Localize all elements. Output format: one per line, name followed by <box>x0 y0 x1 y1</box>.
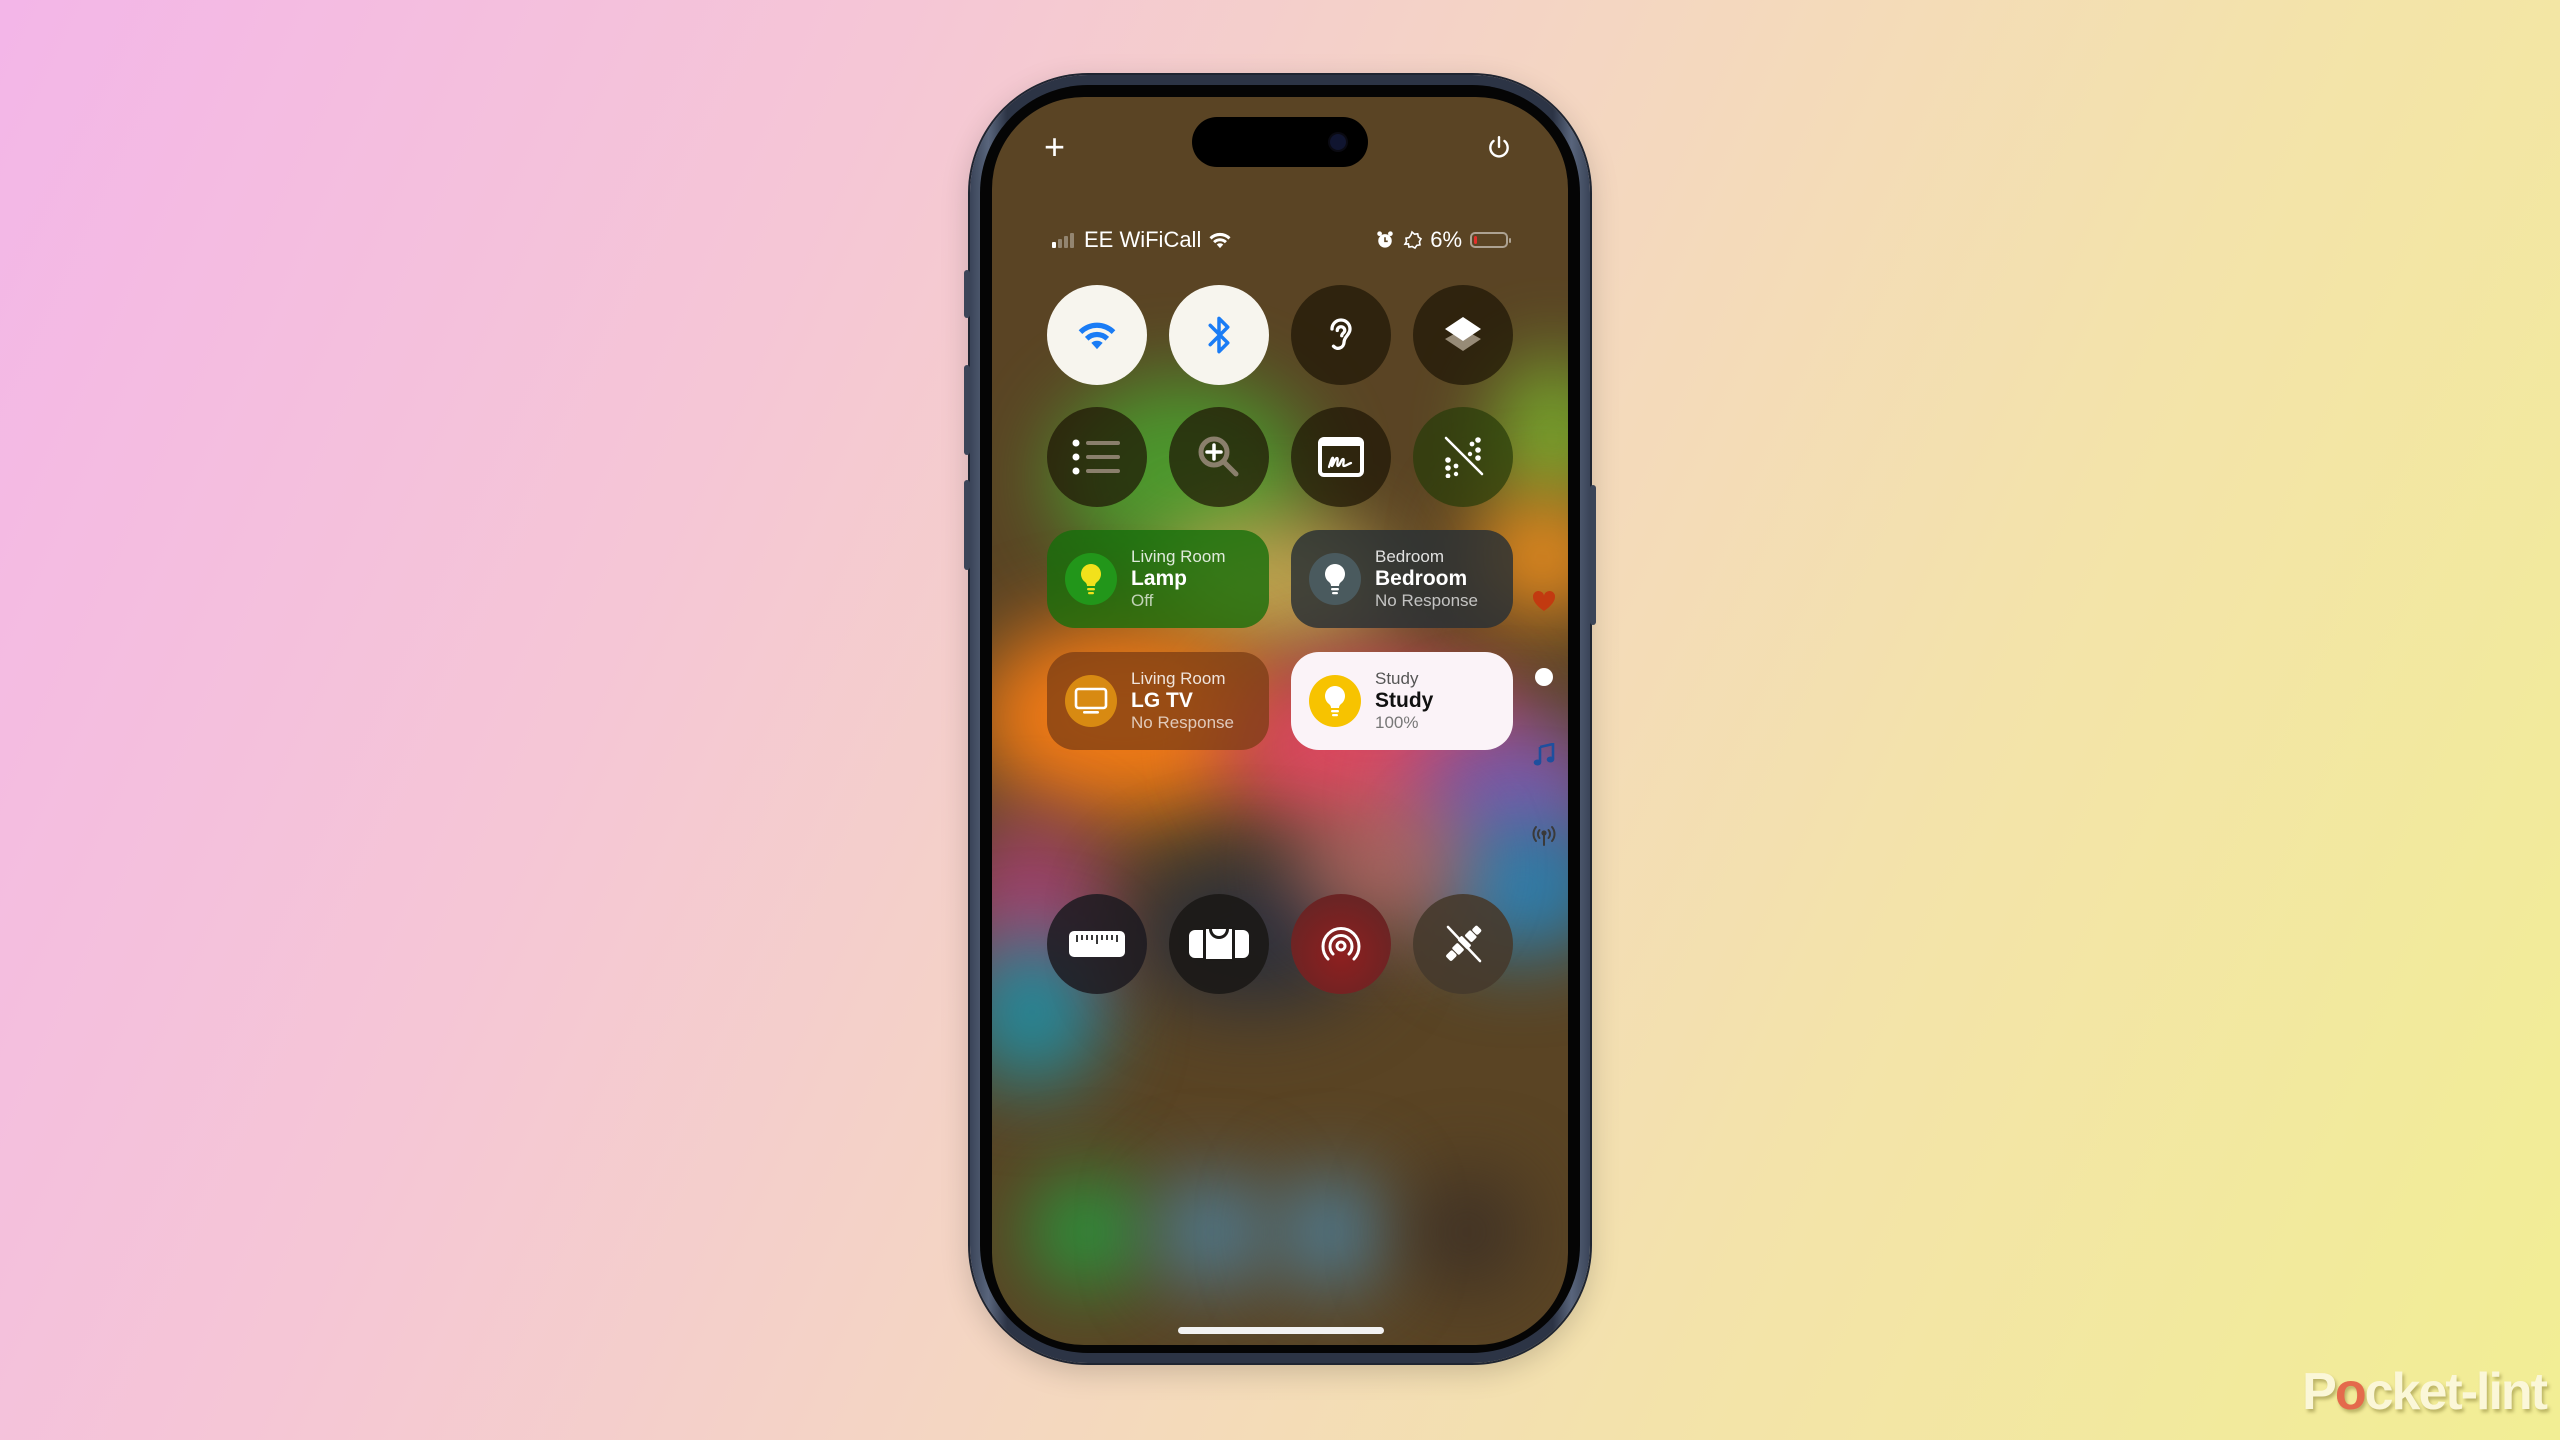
home-tile-lg-tv[interactable]: Living Room LG TV No Response <box>1047 652 1269 750</box>
add-control-button[interactable]: + <box>1044 129 1065 165</box>
tile-room: Living Room <box>1131 669 1226 689</box>
layers-button[interactable] <box>1413 285 1513 385</box>
tile-icon-bg <box>1065 675 1117 727</box>
tile-state: No Response <box>1131 713 1235 733</box>
watermark-text: P <box>2302 1363 2337 1421</box>
lightbulb-icon <box>1325 686 1345 717</box>
volume-up-button <box>964 365 970 455</box>
level-icon <box>1189 927 1249 961</box>
wallpaper-blob <box>1412 1177 1522 1287</box>
tile-name: Study <box>1375 688 1434 712</box>
heart-icon <box>1532 590 1556 611</box>
power-icon <box>1489 135 1509 158</box>
tile-room: Living Room <box>1131 547 1226 567</box>
page-indicator-current[interactable] <box>1530 663 1558 691</box>
list-icon <box>1072 439 1120 475</box>
music-note-icon <box>1533 743 1555 766</box>
home-tile-study[interactable]: Study Study 100% <box>1291 652 1513 750</box>
bluetooth-toggle[interactable] <box>1169 285 1269 385</box>
dynamic-island <box>1192 117 1368 167</box>
dots-slash-icon <box>1444 436 1484 478</box>
measure-button[interactable] <box>1047 894 1147 994</box>
wallpaper-blob <box>1162 1177 1262 1287</box>
list-button[interactable] <box>1047 407 1147 507</box>
tile-room: Bedroom <box>1375 547 1444 567</box>
signature-icon <box>1318 437 1364 477</box>
power-button[interactable] <box>1486 133 1512 167</box>
wallpaper-blob <box>1032 1177 1142 1287</box>
bluetooth-icon <box>1208 316 1230 354</box>
zoom-in-icon <box>1198 436 1239 477</box>
wifi-icon <box>1078 322 1116 350</box>
volume-down-button <box>964 480 970 570</box>
battery-percent: 6% <box>1430 227 1462 252</box>
tv-icon <box>1074 687 1108 714</box>
tile-name: Bedroom <box>1375 566 1468 590</box>
tile-icon-bg <box>1309 675 1361 727</box>
ruler-icon <box>1069 931 1125 957</box>
wifi-icon <box>1209 232 1231 249</box>
page-indicator-favorites[interactable] <box>1530 587 1558 615</box>
status-bar: EE WiFiCall 6% <box>1052 227 1511 257</box>
action-button <box>964 270 970 318</box>
alarm-icon <box>1377 231 1393 248</box>
focus-icon <box>1403 230 1423 250</box>
side-button <box>1590 485 1596 625</box>
layers-icon <box>1445 317 1481 351</box>
dots-off-button[interactable] <box>1413 407 1513 507</box>
pocket-lint-watermark: Pocket-lint <box>2302 1362 2548 1422</box>
ear-icon <box>1330 318 1352 350</box>
satellite-slash-icon <box>1446 925 1482 963</box>
satellite-off-button[interactable] <box>1413 894 1513 994</box>
power-logo-o: o <box>2334 1363 2367 1421</box>
tile-state: Off <box>1131 591 1154 611</box>
wallpaper-blob <box>1282 1177 1382 1287</box>
tile-name: Lamp <box>1131 566 1188 590</box>
battery-icon <box>1470 232 1511 248</box>
tile-icon-bg <box>1309 553 1361 605</box>
page-indicator-music[interactable] <box>1530 741 1558 769</box>
magnifier-button[interactable] <box>1169 407 1269 507</box>
wifi-toggle[interactable] <box>1047 285 1147 385</box>
page-indicator-connectivity[interactable] <box>1530 821 1558 849</box>
level-button[interactable] <box>1169 894 1269 994</box>
dot-icon <box>1535 668 1553 686</box>
cellular-signal-icon <box>1052 232 1074 248</box>
lightbulb-icon <box>1325 564 1345 595</box>
antenna-icon <box>1532 826 1556 846</box>
tile-state: 100% <box>1375 713 1419 733</box>
watermark-text: cket-lint <box>2364 1363 2548 1421</box>
carrier-label: EE WiFiCall <box>1084 227 1202 252</box>
tile-room: Study <box>1375 669 1419 689</box>
home-indicator[interactable] <box>1178 1327 1384 1334</box>
battery-level-fill <box>1474 236 1477 244</box>
front-camera <box>1330 134 1346 150</box>
lightbulb-icon <box>1081 564 1101 595</box>
airdrop-button[interactable] <box>1291 894 1391 994</box>
home-tile-lamp[interactable]: Living Room Lamp Off <box>1047 530 1269 628</box>
tile-icon-bg <box>1065 553 1117 605</box>
home-tile-bedroom[interactable]: Bedroom Bedroom No Response <box>1291 530 1513 628</box>
tile-name: LG TV <box>1131 688 1193 712</box>
signature-button[interactable] <box>1291 407 1391 507</box>
iphone-frame: + EE WiFiCall 6% Living Room Lamp Off Be… <box>964 75 1596 1363</box>
control-center-screen: + EE WiFiCall 6% Living Room Lamp Off Be… <box>992 97 1568 1345</box>
airdrop-icon <box>1321 927 1361 961</box>
hearing-button[interactable] <box>1291 285 1391 385</box>
tile-state: No Response <box>1375 591 1479 611</box>
